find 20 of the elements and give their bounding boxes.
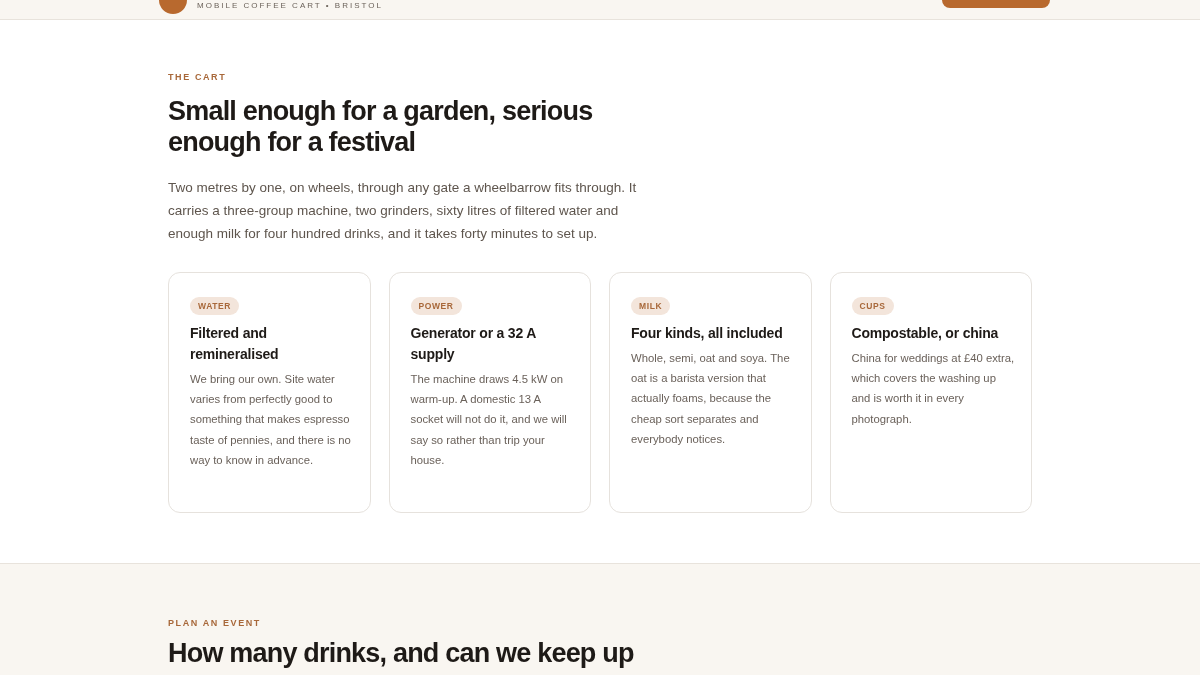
logo-icon — [159, 0, 187, 14]
section-eyebrow: THE CART — [168, 72, 228, 82]
section-title: How many drinks, and can we keep up — [168, 638, 635, 669]
card-tag: WATER — [190, 297, 240, 315]
card-title: Compostable, or china — [851, 324, 1000, 343]
card-title: Four kinds, all included — [631, 324, 784, 343]
card-title: Filtered and remineralised — [190, 324, 280, 364]
section-eyebrow: PLAN AN EVENT — [168, 618, 262, 628]
card-tag: CUPS — [851, 297, 894, 315]
card-title: Generator or a 32 A supply — [410, 324, 537, 364]
card-tag: POWER — [410, 297, 462, 315]
section-intro: Two metres by one, on wheels, through any gate a wheelbarrow fits through. It carries a three-group machine, two grinders, sixty litres of filtered water and enough milk for four hundred drinks, and it takes forty minutes to set up. — [168, 179, 638, 243]
card-text: We bring our own. Site water varies from perfectly good to something that makes espresso taste of pennies, and there is no way to know in advance. — [190, 372, 352, 468]
header-button[interactable] — [942, 0, 1050, 8]
card-tag: MILK — [631, 297, 671, 315]
section-title: Small enough for a garden, serious enough for a festival — [168, 96, 594, 158]
card-text: The machine draws 4.5 kW on warm-up. A domestic 13 A socket will not do it, and we will say so rather than trip your house. — [410, 372, 568, 468]
card-text: China for weddings at £40 extra, which covers the washing up and is worth it in every photograph. — [851, 351, 1016, 427]
card-text: Whole, semi, oat and soya. The oat is a barista version that actually foams, because the cheap sort separates and everybody notices. — [631, 351, 791, 447]
brand-tagline: MOBILE COFFEE CART • BRISTOL — [197, 1, 383, 11]
